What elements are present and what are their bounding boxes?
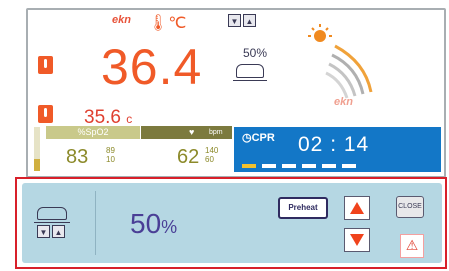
- humidity-up-button[interactable]: ▲: [52, 225, 65, 238]
- cpr-label: ◷CPR: [242, 131, 275, 144]
- cpr-progress-segment: [282, 164, 296, 168]
- clock-icon: ◷: [242, 132, 252, 144]
- temperature-unit-label: 🌡℃: [148, 13, 186, 33]
- decrease-button[interactable]: [344, 228, 370, 252]
- skin-temperature-unit: c: [126, 112, 133, 126]
- humidity-down-small-button[interactable]: ▼: [228, 14, 241, 27]
- pulse-unit: bpm: [209, 129, 223, 136]
- incubator-humidity-icon: [34, 207, 70, 223]
- spo2-panel: %SpO2: [46, 126, 140, 171]
- heater-radiant-icon: [308, 24, 373, 99]
- preheat-button[interactable]: Preheat: [278, 197, 328, 219]
- panel-divider: [95, 191, 96, 255]
- arrow-up-icon: [350, 202, 364, 214]
- temperature-unit: ℃: [168, 15, 187, 32]
- humidity-setpoint-unit: %: [161, 217, 178, 237]
- pulse-value: 62: [177, 146, 200, 168]
- spo2-value: 83: [66, 146, 89, 168]
- spo2-header: %SpO2: [46, 126, 140, 139]
- pulse-lower-limit: 60: [205, 155, 214, 164]
- spo2-upper-limit: 89: [106, 146, 115, 155]
- skin-temperature-value: 35.6: [84, 107, 121, 128]
- incubator-icon: [233, 64, 267, 81]
- pulse-header: ♥ bpm: [141, 126, 232, 139]
- brand-logo: ekn: [112, 14, 131, 26]
- cpr-progress-segment: [262, 164, 276, 168]
- humidity-percent-small: 50%: [243, 46, 268, 60]
- humidity-up-small-button[interactable]: ▲: [243, 14, 256, 27]
- cpr-progress-segment: [342, 164, 356, 168]
- humidity-setpoint: 50%: [130, 208, 177, 240]
- heater-logo: ekn: [334, 96, 353, 108]
- cpr-progress-segment: [322, 164, 336, 168]
- thermometer-icon: 🌡: [148, 15, 169, 32]
- spo2-lower-limit: 10: [106, 155, 115, 164]
- air-temperature-value: 36.4: [101, 39, 203, 95]
- air-temperature-icon: [38, 56, 53, 74]
- cpr-time: 02 : 14: [298, 133, 370, 156]
- cpr-progress-segment: [302, 164, 316, 168]
- pulse-upper-limit: 140: [205, 146, 219, 155]
- alarm-bell-icon: ⚠: [405, 237, 419, 253]
- humidity-setpoint-value: 50: [130, 208, 162, 239]
- cpr-progress-segment: [242, 164, 256, 168]
- signal-strength-bar: [34, 127, 40, 171]
- humidity-down-button[interactable]: ▼: [37, 225, 50, 238]
- alarm-silence-button[interactable]: ⚠: [400, 234, 424, 258]
- cpr-timer-panel: ◷CPR 02 : 14: [234, 127, 441, 172]
- arrow-down-icon: [350, 234, 364, 246]
- close-button[interactable]: CLOSE: [396, 196, 424, 218]
- heart-icon: ♥: [189, 127, 195, 137]
- skin-temperature-icon: [38, 105, 53, 123]
- humidity-control-panel: ▼ ▲ 50% Preheat CLOSE ⚠: [22, 183, 442, 263]
- increase-button[interactable]: [344, 196, 370, 220]
- cpr-label-text: CPR: [251, 132, 275, 144]
